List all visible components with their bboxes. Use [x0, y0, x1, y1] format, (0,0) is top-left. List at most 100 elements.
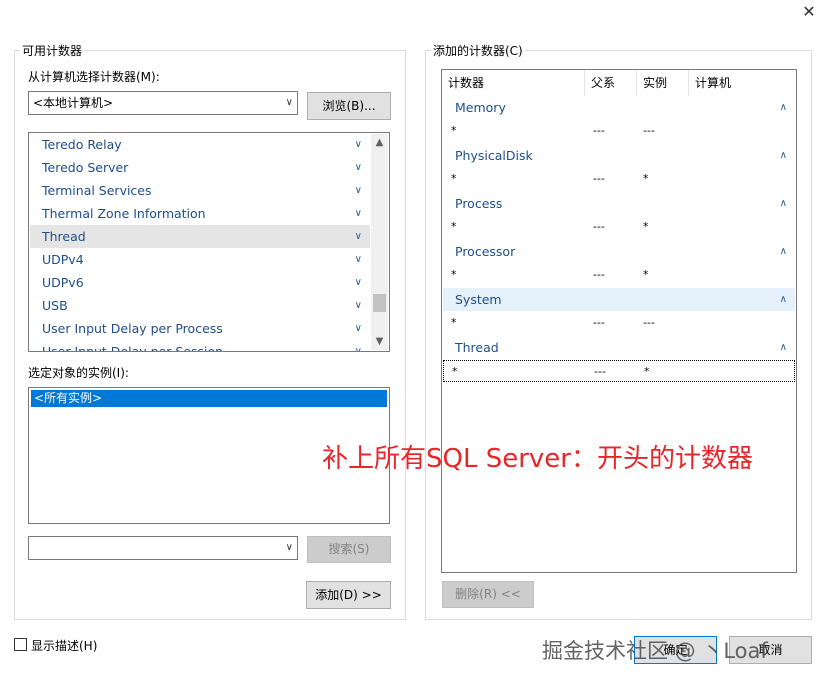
computer-select-value: <本地计算机> — [33, 96, 114, 110]
added-group-name: Processor — [455, 244, 516, 259]
cell-counter: * — [451, 268, 457, 281]
counter-item[interactable]: Thermal Zone Information ∨ — [30, 202, 370, 225]
cell-instance: * — [643, 268, 649, 281]
expand-chevron-icon[interactable]: ∨ — [355, 340, 362, 351]
cell-instance: --- — [643, 316, 655, 329]
show-description-checkbox[interactable] — [14, 638, 27, 651]
cell-counter: * — [452, 365, 458, 378]
browse-button[interactable]: 浏览(B)... — [307, 92, 391, 120]
expand-chevron-icon[interactable]: ∨ — [355, 179, 362, 202]
chevron-down-icon: ∨ — [285, 542, 293, 553]
collapse-chevron-icon[interactable]: ∧ — [780, 288, 787, 311]
counter-item-label: User Input Delay per Process — [42, 321, 223, 336]
added-group-header[interactable]: Processor ∧ — [443, 240, 795, 263]
added-counter-row[interactable]: * --- * — [443, 360, 795, 382]
expand-chevron-icon[interactable]: ∨ — [355, 317, 362, 340]
cell-parent: --- — [593, 220, 605, 233]
expand-chevron-icon[interactable]: ∨ — [355, 156, 362, 179]
cell-parent: --- — [593, 124, 605, 137]
computer-select-label: 从计算机选择计数器(M): — [28, 70, 160, 84]
expand-chevron-icon[interactable]: ∨ — [355, 133, 362, 156]
counter-item[interactable]: UDPv4 ∨ — [30, 248, 370, 271]
remove-button[interactable]: 删除(R) << — [442, 581, 534, 608]
scroll-up-icon[interactable]: ▲ — [371, 134, 388, 151]
added-counters-title: 添加的计数器(C) — [431, 42, 525, 59]
collapse-chevron-icon[interactable]: ∧ — [780, 336, 787, 359]
expand-chevron-icon[interactable]: ∨ — [355, 202, 362, 225]
collapse-chevron-icon[interactable]: ∧ — [780, 144, 787, 167]
scroll-down-icon[interactable]: ▼ — [371, 333, 388, 350]
expand-chevron-icon[interactable]: ∨ — [355, 225, 362, 248]
counter-item-label: Thermal Zone Information — [42, 206, 206, 221]
counter-item[interactable]: USB ∨ — [30, 294, 370, 317]
counter-item-label: Teredo Relay — [42, 137, 122, 152]
column-header-counter[interactable]: 计数器 — [442, 70, 585, 96]
added-group-name: Memory — [455, 100, 506, 115]
cell-parent: --- — [593, 316, 605, 329]
added-counter-row[interactable]: * --- --- — [443, 312, 795, 334]
added-counter-row[interactable]: * --- * — [443, 216, 795, 238]
instances-label: 选定对象的实例(I): — [28, 366, 129, 380]
added-counter-row[interactable]: * --- --- — [443, 120, 795, 142]
added-group-header[interactable]: System ∧ — [443, 288, 795, 311]
column-header-instance[interactable]: 实例 — [637, 70, 689, 96]
cell-counter: * — [451, 316, 457, 329]
added-counters-list[interactable]: 计数器 父系 实例 计算机 Memory ∧ * --- --- PhysicalDisk… — [441, 69, 797, 573]
collapse-chevron-icon[interactable]: ∧ — [780, 96, 787, 119]
counter-item[interactable]: Terminal Services ∨ — [30, 179, 370, 202]
cell-instance: * — [644, 365, 650, 378]
add-button[interactable]: 添加(D) >> — [306, 581, 391, 609]
cell-instance: * — [643, 220, 649, 233]
search-button[interactable]: 搜索(S) — [307, 536, 391, 563]
cell-counter: * — [451, 124, 457, 137]
counter-item-label: Thread — [42, 229, 86, 244]
expand-chevron-icon[interactable]: ∨ — [355, 294, 362, 317]
show-description-label: 显示描述(H) — [31, 639, 98, 653]
added-group-header[interactable]: PhysicalDisk ∧ — [443, 144, 795, 167]
added-group-name: Thread — [455, 340, 499, 355]
added-group-name: System — [455, 292, 502, 307]
column-header-computer[interactable]: 计算机 — [689, 70, 789, 96]
cell-instance: * — [643, 172, 649, 185]
counter-item-label: USB — [42, 298, 68, 313]
added-group-header[interactable]: Thread ∧ — [443, 336, 795, 359]
counter-item-label: UDPv4 — [42, 252, 84, 267]
expand-chevron-icon[interactable]: ∨ — [355, 271, 362, 294]
annotation-text: 补上所有SQL Server：开头的计数器 — [322, 444, 753, 474]
expand-chevron-icon[interactable]: ∨ — [355, 248, 362, 271]
counter-item[interactable]: Thread ∨ — [30, 225, 370, 248]
counter-item[interactable]: Teredo Server ∨ — [30, 156, 370, 179]
added-group-name: Process — [455, 196, 503, 211]
added-group-name: PhysicalDisk — [455, 148, 533, 163]
chevron-down-icon: ∨ — [285, 97, 293, 108]
counter-item-label: Teredo Server — [42, 160, 129, 175]
search-combo[interactable]: ∨ — [28, 536, 298, 560]
cell-instance: --- — [643, 124, 655, 137]
cell-counter: * — [451, 172, 457, 185]
available-counters-title: 可用计数器 — [20, 42, 85, 59]
counter-list-scrollbar[interactable]: ▲ ▼ — [371, 134, 388, 350]
cell-parent: --- — [594, 365, 606, 378]
collapse-chevron-icon[interactable]: ∧ — [780, 240, 787, 263]
added-counter-row[interactable]: * --- * — [443, 168, 795, 190]
counter-item[interactable]: User Input Delay per Process ∨ — [30, 317, 370, 340]
counter-item[interactable]: UDPv6 ∨ — [30, 271, 370, 294]
scroll-thumb[interactable] — [373, 294, 386, 312]
close-icon[interactable]: ✕ — [797, 0, 821, 24]
counter-list[interactable]: ▲ ▼ Teredo Relay ∨ Teredo Server ∨ Terminal … — [28, 132, 390, 352]
cell-counter: * — [451, 220, 457, 233]
computer-select[interactable]: <本地计算机> ∨ — [28, 91, 298, 115]
counter-item-label: User Input Delay per Session — [42, 344, 224, 352]
added-group-header[interactable]: Memory ∧ — [443, 96, 795, 119]
counter-item[interactable]: User Input Delay per Session ∨ — [30, 340, 370, 352]
counter-item-label: UDPv6 — [42, 275, 84, 290]
column-header-parent[interactable]: 父系 — [585, 70, 637, 96]
added-counter-row[interactable]: * --- * — [443, 264, 795, 286]
added-group-header[interactable]: Process ∧ — [443, 192, 795, 215]
instance-item[interactable]: <所有实例> — [31, 390, 387, 407]
cell-parent: --- — [593, 172, 605, 185]
counter-item[interactable]: Teredo Relay ∨ — [30, 133, 370, 156]
watermark-text: 掘金技术社区 @ 丶Loaf — [542, 639, 768, 663]
collapse-chevron-icon[interactable]: ∧ — [780, 192, 787, 215]
counter-item-label: Terminal Services — [42, 183, 152, 198]
